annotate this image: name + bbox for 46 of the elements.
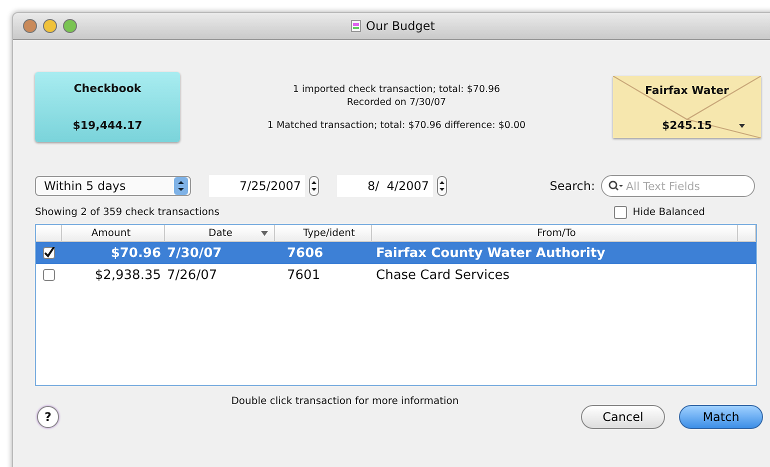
table-cell-text: 7/30/07 bbox=[166, 246, 223, 260]
matched-summary: 1 Matched transaction; total: $70.96 difference: $0.00 bbox=[267, 118, 526, 132]
sort-arrow-icon bbox=[261, 230, 268, 236]
column-header[interactable]: Date bbox=[165, 225, 275, 241]
cancel-button[interactable]: Cancel bbox=[581, 405, 665, 429]
range-popup[interactable]: Within 5 days bbox=[35, 176, 191, 196]
recorded-date: Recorded on 7/30/07 bbox=[346, 96, 446, 108]
showing-count: Showing 2 of 359 check transactions bbox=[35, 206, 220, 218]
row-checkbox[interactable] bbox=[43, 247, 55, 259]
stepper-icon[interactable] bbox=[309, 176, 319, 196]
document-icon bbox=[351, 20, 362, 32]
table-cell-text: Fairfax County Water Authority bbox=[375, 246, 606, 260]
stepper-icon[interactable] bbox=[437, 176, 447, 196]
table-cell-text: 7606 bbox=[286, 246, 324, 260]
table-cell-text: $70.96 bbox=[110, 246, 162, 260]
payee-name: Fairfax Water bbox=[645, 84, 729, 97]
envelope-card[interactable]: Fairfax Water $245.15 bbox=[613, 76, 761, 138]
account-name: Checkbook bbox=[74, 82, 142, 95]
transaction-row[interactable]: $2,938.35 7/26/07 7601 Chase Card Services bbox=[36, 264, 756, 286]
caret-icon[interactable] bbox=[739, 124, 745, 128]
popup-arrows-icon bbox=[174, 177, 188, 195]
table-cell-text: $2,938.35 bbox=[94, 268, 162, 282]
help-button[interactable]: ? bbox=[37, 406, 59, 428]
match-button[interactable]: Match bbox=[679, 405, 763, 429]
account-balance: $19,444.17 bbox=[72, 119, 142, 132]
row-checkbox[interactable] bbox=[43, 269, 55, 281]
close-icon[interactable] bbox=[23, 19, 37, 33]
transaction-row[interactable]: $70.96 7/30/07 7606 Fairfax County Water Authority bbox=[36, 242, 756, 264]
window-title: Our Budget bbox=[366, 19, 435, 33]
column-header[interactable]: From/To bbox=[372, 225, 738, 241]
search-icon bbox=[608, 180, 624, 192]
column-header[interactable]: Type/ident bbox=[275, 225, 372, 241]
hint-text: Double click transaction for more information bbox=[230, 396, 460, 407]
zoom-icon[interactable] bbox=[63, 19, 77, 33]
payee-amount: $245.15 bbox=[662, 119, 712, 132]
column-header[interactable]: Amount bbox=[62, 225, 165, 241]
table-cell-text: 7/26/07 bbox=[166, 268, 218, 282]
account-card[interactable]: Checkbook $19,444.17 bbox=[35, 72, 180, 142]
imported-summary: 1 imported check transaction; total: $70.96 bbox=[292, 82, 500, 96]
end-date-field[interactable]: 8/ 4/2007 bbox=[337, 175, 433, 197]
table-cell-text: 7601 bbox=[286, 268, 322, 282]
table-cell-text: Chase Card Services bbox=[375, 268, 511, 282]
minimize-icon[interactable] bbox=[43, 19, 57, 33]
hide-balanced-checkbox[interactable]: Hide Balanced bbox=[614, 206, 705, 218]
search-label: Search: bbox=[550, 179, 595, 193]
start-date-field[interactable]: 7/25/2007 bbox=[209, 175, 305, 197]
